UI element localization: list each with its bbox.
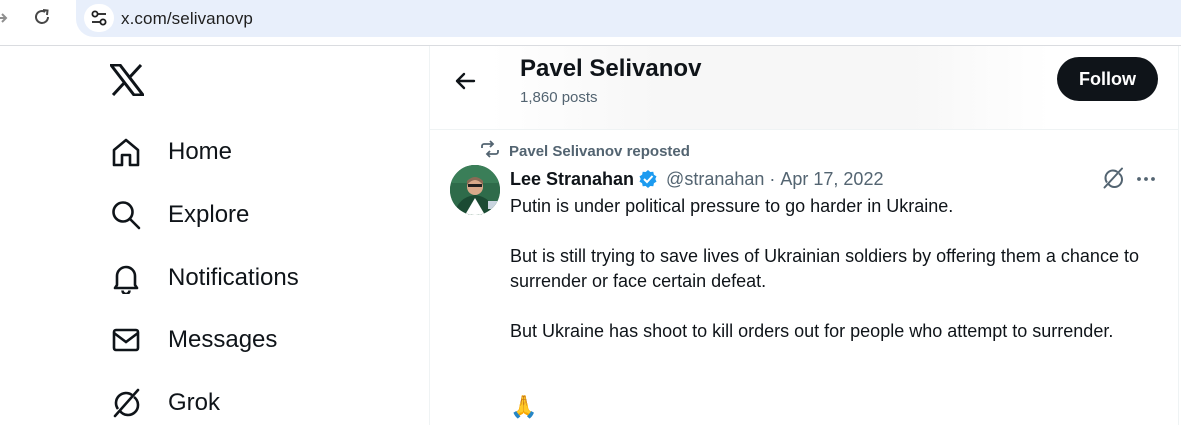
page-title: Pavel Selivanov xyxy=(520,55,702,82)
praying-hands-emoji: 🙏 xyxy=(510,394,538,419)
home-icon xyxy=(108,134,144,170)
sidebar-item-label: Home xyxy=(168,138,233,165)
follow-button[interactable]: Follow xyxy=(1057,57,1158,101)
forward-arrow-icon[interactable] xyxy=(0,9,10,27)
tweet-paragraph: Putin is under political pressure to go … xyxy=(510,196,954,216)
sidebar-item-label: Messages xyxy=(168,326,278,353)
sidebar-item-explore[interactable]: Explore xyxy=(108,195,368,235)
author-name[interactable]: Lee Stranahan xyxy=(510,169,634,190)
author-handle[interactable]: @stranahan xyxy=(666,169,764,190)
verified-badge-icon[interactable] xyxy=(638,169,658,189)
avatar[interactable] xyxy=(450,165,500,215)
sidebar-item-label: Grok xyxy=(168,389,221,416)
separator-dot: · xyxy=(769,168,776,189)
tweet-header: Lee Stranahan @stranahan · Apr 17, 2022 xyxy=(510,167,883,191)
address-bar[interactable]: x.com/selivanovp xyxy=(76,0,1181,37)
repost-icon xyxy=(480,139,500,163)
back-arrow-icon[interactable] xyxy=(448,64,482,98)
tweet-text: Putin is under political pressure to go … xyxy=(510,194,1150,344)
search-icon xyxy=(108,197,144,233)
reload-icon[interactable] xyxy=(32,7,52,27)
repost-indicator: Pavel Selivanov reposted xyxy=(480,139,690,163)
tweet-paragraph: But Ukraine has shoot to kill orders out… xyxy=(510,321,1114,341)
sidebar-item-grok[interactable]: Grok xyxy=(108,383,368,423)
sidebar-item-label: Explore xyxy=(168,201,250,228)
tweet-date[interactable]: Apr 17, 2022 xyxy=(780,169,883,190)
tweet-paragraph: But is still trying to save lives of Ukr… xyxy=(510,246,1139,291)
site-settings-icon[interactable] xyxy=(84,4,114,32)
repost-label[interactable]: Pavel Selivanov reposted xyxy=(509,143,690,160)
envelope-icon xyxy=(108,322,144,358)
sidebar-item-notifications[interactable]: Notifications xyxy=(108,258,368,298)
grok-icon[interactable] xyxy=(1101,166,1125,190)
profile-header: Pavel Selivanov 1,860 posts Follow xyxy=(430,46,1178,130)
grok-icon xyxy=(108,385,144,421)
url-text[interactable]: x.com/selivanovp xyxy=(121,9,253,29)
more-options-icon[interactable] xyxy=(1135,168,1157,190)
sidebar-item-label: Notifications xyxy=(168,264,299,291)
bell-icon xyxy=(108,260,144,296)
sidebar-item-messages[interactable]: Messages xyxy=(108,320,368,360)
x-logo-icon[interactable] xyxy=(107,63,147,98)
browser-toolbar: x.com/selivanovp xyxy=(0,0,1181,46)
sidebar-item-home[interactable]: Home xyxy=(108,132,368,172)
column-divider xyxy=(1178,46,1179,425)
post-count: 1,860 posts xyxy=(520,89,598,106)
